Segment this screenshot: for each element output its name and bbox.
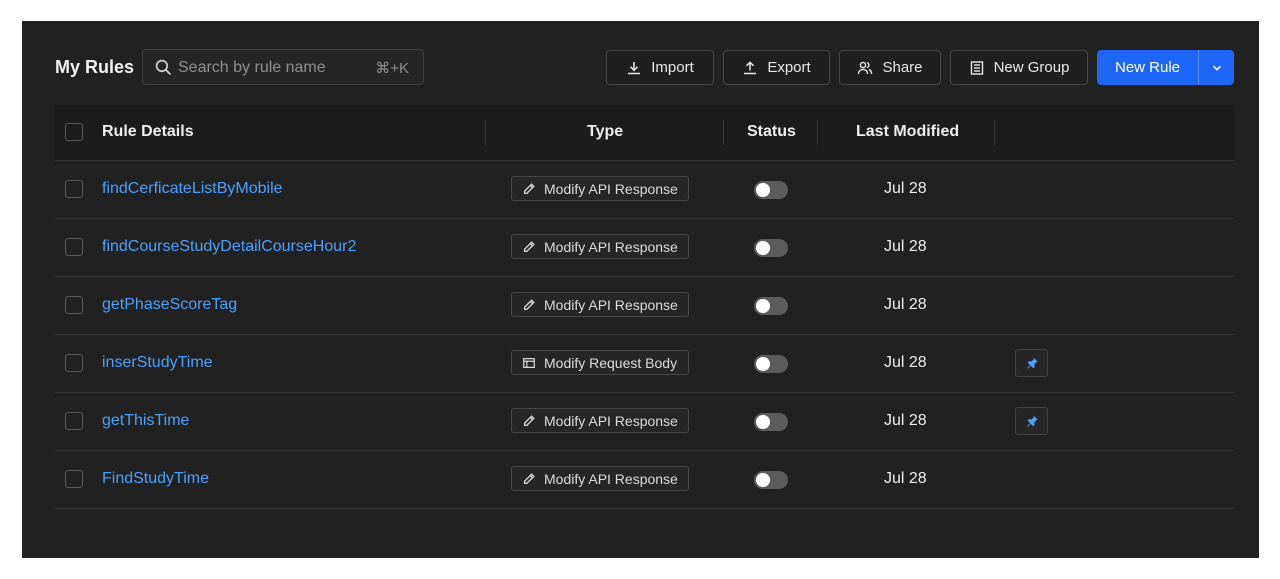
search-placeholder: Search by rule name	[178, 59, 326, 76]
download-icon	[628, 61, 641, 74]
column-last-modified[interactable]: Last Modified	[856, 123, 959, 141]
rule-name-link[interactable]: FindStudyTime	[102, 470, 209, 488]
column-status[interactable]: Status	[747, 123, 796, 141]
row-checkbox[interactable]	[65, 412, 83, 430]
table-row[interactable]: inserStudyTime Modify Request Body Jul 28	[55, 335, 1234, 393]
row-checkbox[interactable]	[65, 470, 83, 488]
chevron-down-icon[interactable]	[1199, 50, 1234, 85]
row-checkbox[interactable]	[65, 296, 83, 314]
table-header: Rule Details Type Status Last Modified	[55, 105, 1234, 161]
rule-type-badge: Modify API Response	[511, 292, 689, 317]
rule-type-label: Modify API Response	[544, 180, 678, 197]
import-label: Import	[651, 59, 694, 76]
row-checkbox[interactable]	[65, 238, 83, 256]
pencil-icon	[522, 182, 536, 196]
new-rule-button[interactable]: New Rule	[1097, 50, 1234, 85]
column-divider	[485, 120, 486, 145]
share-label: Share	[882, 59, 923, 76]
share-button[interactable]: Share	[839, 50, 941, 85]
rule-name-link[interactable]: findCerficateListByMobile	[102, 180, 283, 198]
status-toggle[interactable]	[754, 355, 788, 373]
toolbar: My Rules Search by rule name ⌘+K Import …	[22, 21, 1259, 111]
rule-name-link[interactable]: getPhaseScoreTag	[102, 296, 237, 314]
status-toggle[interactable]	[754, 181, 788, 199]
row-checkbox[interactable]	[65, 354, 83, 372]
rule-type-label: Modify Request Body	[544, 354, 678, 371]
new-group-button[interactable]: New Group	[950, 50, 1088, 85]
status-toggle[interactable]	[754, 413, 788, 431]
import-button[interactable]: Import	[606, 50, 714, 85]
status-toggle[interactable]	[754, 297, 788, 315]
column-divider	[817, 120, 818, 145]
rule-type-label: Modify API Response	[544, 412, 678, 429]
table-body: findCerficateListByMobile Modify API Resp…	[55, 161, 1234, 509]
new-group-label: New Group	[993, 59, 1070, 76]
request-body-icon	[522, 356, 536, 370]
status-toggle[interactable]	[754, 239, 788, 257]
table-row[interactable]: findCourseStudyDetailCourseHour2 Modify A…	[55, 219, 1234, 277]
last-modified-date: Jul 28	[884, 354, 927, 371]
rule-type-badge: Modify Request Body	[511, 350, 689, 375]
rule-name-link[interactable]: getThisTime	[102, 412, 189, 430]
export-button[interactable]: Export	[723, 50, 830, 85]
pin-icon[interactable]	[1015, 407, 1048, 435]
rule-type-badge: Modify API Response	[511, 176, 689, 201]
select-all-checkbox[interactable]	[65, 123, 83, 141]
toggle-knob	[756, 415, 770, 429]
column-type[interactable]: Type	[587, 123, 623, 141]
rule-type-label: Modify API Response	[544, 296, 678, 313]
toggle-knob	[756, 241, 770, 255]
rules-table: Rule Details Type Status Last Modified f…	[55, 105, 1234, 509]
share-users-icon	[858, 61, 873, 74]
last-modified-date: Jul 28	[884, 412, 927, 429]
rule-type-label: Modify API Response	[544, 470, 678, 487]
rule-type-badge: Modify API Response	[511, 466, 689, 491]
rule-type-badge: Modify API Response	[511, 408, 689, 433]
pencil-icon	[522, 472, 536, 486]
last-modified-date: Jul 28	[884, 296, 927, 313]
rule-type-label: Modify API Response	[544, 238, 678, 255]
toggle-knob	[756, 183, 770, 197]
table-row[interactable]: findCerficateListByMobile Modify API Resp…	[55, 161, 1234, 219]
upload-icon	[744, 60, 757, 74]
rules-panel: My Rules Search by rule name ⌘+K Import …	[22, 21, 1259, 558]
group-icon	[970, 60, 983, 75]
page-title: My Rules	[55, 57, 135, 77]
rule-type-badge: Modify API Response	[511, 234, 689, 259]
search-shortcut: ⌘+K	[375, 60, 409, 77]
toggle-knob	[756, 299, 770, 313]
pencil-icon	[522, 298, 536, 312]
last-modified-date: Jul 28	[884, 470, 927, 487]
search-input[interactable]: Search by rule name ⌘+K	[142, 49, 424, 85]
row-checkbox[interactable]	[65, 180, 83, 198]
toggle-knob	[756, 357, 770, 371]
column-divider	[994, 120, 995, 145]
pencil-icon	[522, 240, 536, 254]
table-row[interactable]: getPhaseScoreTag Modify API Response Jul 2…	[55, 277, 1234, 335]
last-modified-date: Jul 28	[884, 238, 927, 255]
toggle-knob	[756, 473, 770, 487]
pencil-icon	[522, 414, 536, 428]
status-toggle[interactable]	[754, 471, 788, 489]
column-divider	[723, 120, 724, 145]
rule-name-link[interactable]: inserStudyTime	[102, 354, 213, 372]
rule-name-link[interactable]: findCourseStudyDetailCourseHour2	[102, 238, 356, 256]
column-rule-details[interactable]: Rule Details	[102, 123, 194, 141]
pin-icon[interactable]	[1015, 349, 1048, 377]
export-label: Export	[767, 59, 811, 76]
last-modified-date: Jul 28	[884, 180, 927, 197]
new-rule-label: New Rule	[1114, 59, 1181, 76]
table-row[interactable]: FindStudyTime Modify API Response Jul 28	[55, 451, 1234, 509]
table-row[interactable]: getThisTime Modify API Response Jul 28	[55, 393, 1234, 451]
search-icon	[155, 59, 172, 76]
